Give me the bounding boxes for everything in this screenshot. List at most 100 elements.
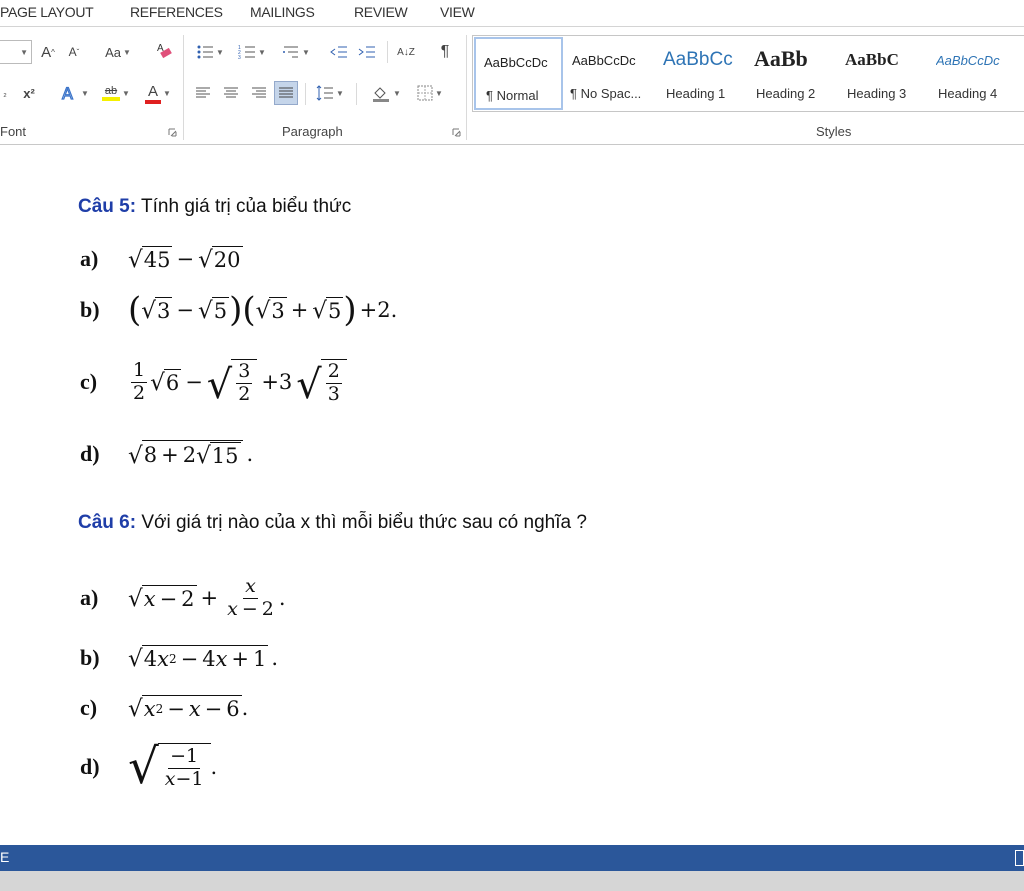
style-name: Heading 3 [847, 86, 907, 101]
term: 8 [143, 443, 158, 467]
math-expression: √ 4x2 − 4x + 1 . [128, 645, 278, 671]
tab-references[interactable]: REFERENCES [130, 4, 223, 20]
item-label: c) [80, 369, 98, 395]
constant: 2 [181, 587, 195, 612]
radicand: 45 [141, 246, 173, 272]
style-heading-3[interactable]: AaBbC Heading 3 [837, 37, 926, 110]
view-mode-icon[interactable] [1015, 850, 1024, 866]
shading-button[interactable]: ▼ [366, 81, 406, 105]
expression-tail: . [271, 646, 279, 670]
numbering-button[interactable]: 1 2 3 ▼ [232, 40, 272, 64]
style-no-spacing[interactable]: AaBbCcDc ¶ No Spac... [564, 37, 653, 110]
font-size-dropdown[interactable]: ▼ [0, 40, 32, 64]
math-expression: √ x2 − x − 6 . [128, 695, 248, 721]
question-label: Câu 5: [78, 196, 137, 217]
question-text: Với giá trị nào của x thì mỗi biểu thức … [141, 512, 587, 533]
bullets-button[interactable]: ▼ [190, 40, 230, 64]
radicand: 3 [154, 297, 173, 323]
eraser-icon: A [157, 43, 172, 59]
justify-icon [279, 87, 293, 98]
chevron-down-icon: ▼ [435, 88, 443, 98]
fraction: 32 [236, 360, 253, 406]
change-case-button[interactable]: Aa ▼ [98, 41, 138, 63]
sqrt: √ 2 3 [296, 359, 347, 406]
shrink-font-button[interactable]: Aˇ [64, 41, 84, 63]
styles-group-label: Styles [816, 124, 852, 139]
grow-font-button[interactable]: A ^ [38, 41, 58, 63]
font-group-label: Font [0, 124, 27, 139]
operator: − [241, 597, 258, 620]
denominator: 2 [238, 382, 251, 405]
variable: x [143, 697, 156, 721]
svg-text:A: A [62, 84, 73, 103]
text-effects-button[interactable]: A ▼ [56, 81, 92, 105]
q5-item-b: b) ( √ 3 − √ 5 )( √ 3 + √ 5 ) +2. [80, 293, 397, 327]
superscript-button[interactable]: x² [18, 82, 40, 104]
operator: − [175, 767, 192, 790]
expression-tail: . [241, 696, 249, 720]
paragraph-dialog-launcher-icon[interactable] [452, 128, 461, 137]
toolbar-divider [387, 41, 388, 63]
tab-page-layout[interactable]: PAGE LAYOUT [0, 4, 94, 20]
sort-button[interactable]: A↓Z [394, 40, 418, 64]
math-expression: √ x − 2 + x x −2 . [128, 575, 286, 621]
constant: 1 [191, 767, 204, 790]
style-preview: AaBbCc [663, 49, 733, 70]
expression-tail: . [210, 755, 218, 780]
show-formatting-button[interactable]: ¶ [434, 40, 456, 64]
ribbon: ▼ A ^ Aˇ Aa ▼ A ₂ x² A ▼ ab ▼ A ▼ Font ▼ 1 2 3 ▼… [0, 27, 1024, 145]
item-label: c) [80, 695, 98, 720]
style-heading-1[interactable]: AaBbCc Heading 1 [655, 37, 744, 110]
style-normal[interactable]: AaBbCcDc ¶ Normal [474, 37, 563, 110]
paragraph-group-label: Paragraph [282, 124, 343, 139]
radicand: 20 [211, 246, 243, 272]
justify-button[interactable] [274, 81, 298, 105]
subscript-button[interactable]: ₂ [0, 82, 10, 104]
sqrt: √ x2 − x − 6 [128, 695, 242, 722]
operator: − [176, 247, 195, 271]
align-center-button[interactable] [220, 81, 242, 105]
group-divider [183, 35, 184, 140]
item-label: a) [80, 246, 99, 271]
chevron-down-icon: ▼ [302, 47, 310, 57]
item-label: d) [80, 754, 100, 780]
variable: x [227, 597, 238, 620]
superscript-icon: x² [23, 85, 35, 101]
borders-button[interactable]: ▼ [410, 81, 450, 105]
align-right-button[interactable] [248, 81, 270, 105]
highlight-color-button[interactable]: ab ▼ [96, 81, 136, 105]
decrease-indent-button[interactable] [328, 40, 350, 64]
numbered-list-icon: 123 [238, 45, 256, 60]
highlight-label: ab [104, 85, 118, 97]
q5-item-d: d) √ 8 + 2 √ 15 . [80, 440, 253, 468]
multilevel-list-button[interactable]: ▼ [274, 40, 318, 64]
chevron-down-icon: ▼ [122, 88, 130, 98]
align-left-button[interactable] [192, 81, 214, 105]
sqrt: √ 3 [255, 297, 287, 324]
sqrt: √ 4x2 − 4x + 1 [128, 645, 269, 672]
chevron-down-icon: ▼ [258, 47, 266, 57]
tab-review[interactable]: REVIEW [354, 4, 408, 20]
math-expression: 12 √ 6 − √ 3 2 +3 √ 2 3 [128, 359, 347, 406]
exponent: 2 [168, 652, 177, 666]
chevron-down-icon: ▼ [216, 47, 224, 57]
text-effects-icon: A [61, 83, 73, 103]
tab-view[interactable]: VIEW [440, 4, 475, 20]
font-dialog-launcher-icon[interactable] [168, 128, 177, 137]
tab-mailings[interactable]: MAILINGS [250, 4, 315, 20]
style-preview: AaBbC [845, 50, 899, 69]
change-case-label: Aa [105, 44, 121, 60]
style-heading-2[interactable]: AaBb Heading 2 [746, 37, 835, 110]
q5-item-c: c) 12 √ 6 − √ 3 2 +3 √ 2 3 [80, 359, 347, 406]
clear-formatting-button[interactable]: A [152, 39, 176, 63]
style-heading-4[interactable]: AaBbCcDc Heading 4 [928, 37, 1017, 110]
document-page[interactable]: Câu 5: Tính giá trị của biểu thức a) √ 45… [0, 145, 1024, 845]
numerator: x [243, 575, 258, 599]
variable: x [143, 587, 156, 612]
ribbon-tab-bar: PAGE LAYOUT REFERENCES MAILINGS REVIEW V… [0, 0, 1024, 27]
line-spacing-button[interactable]: ▼ [312, 81, 348, 105]
multilevel-list-icon [283, 46, 299, 58]
status-text: E [0, 849, 10, 865]
font-color-button[interactable]: A ▼ [140, 81, 176, 105]
increase-indent-button[interactable] [356, 40, 378, 64]
